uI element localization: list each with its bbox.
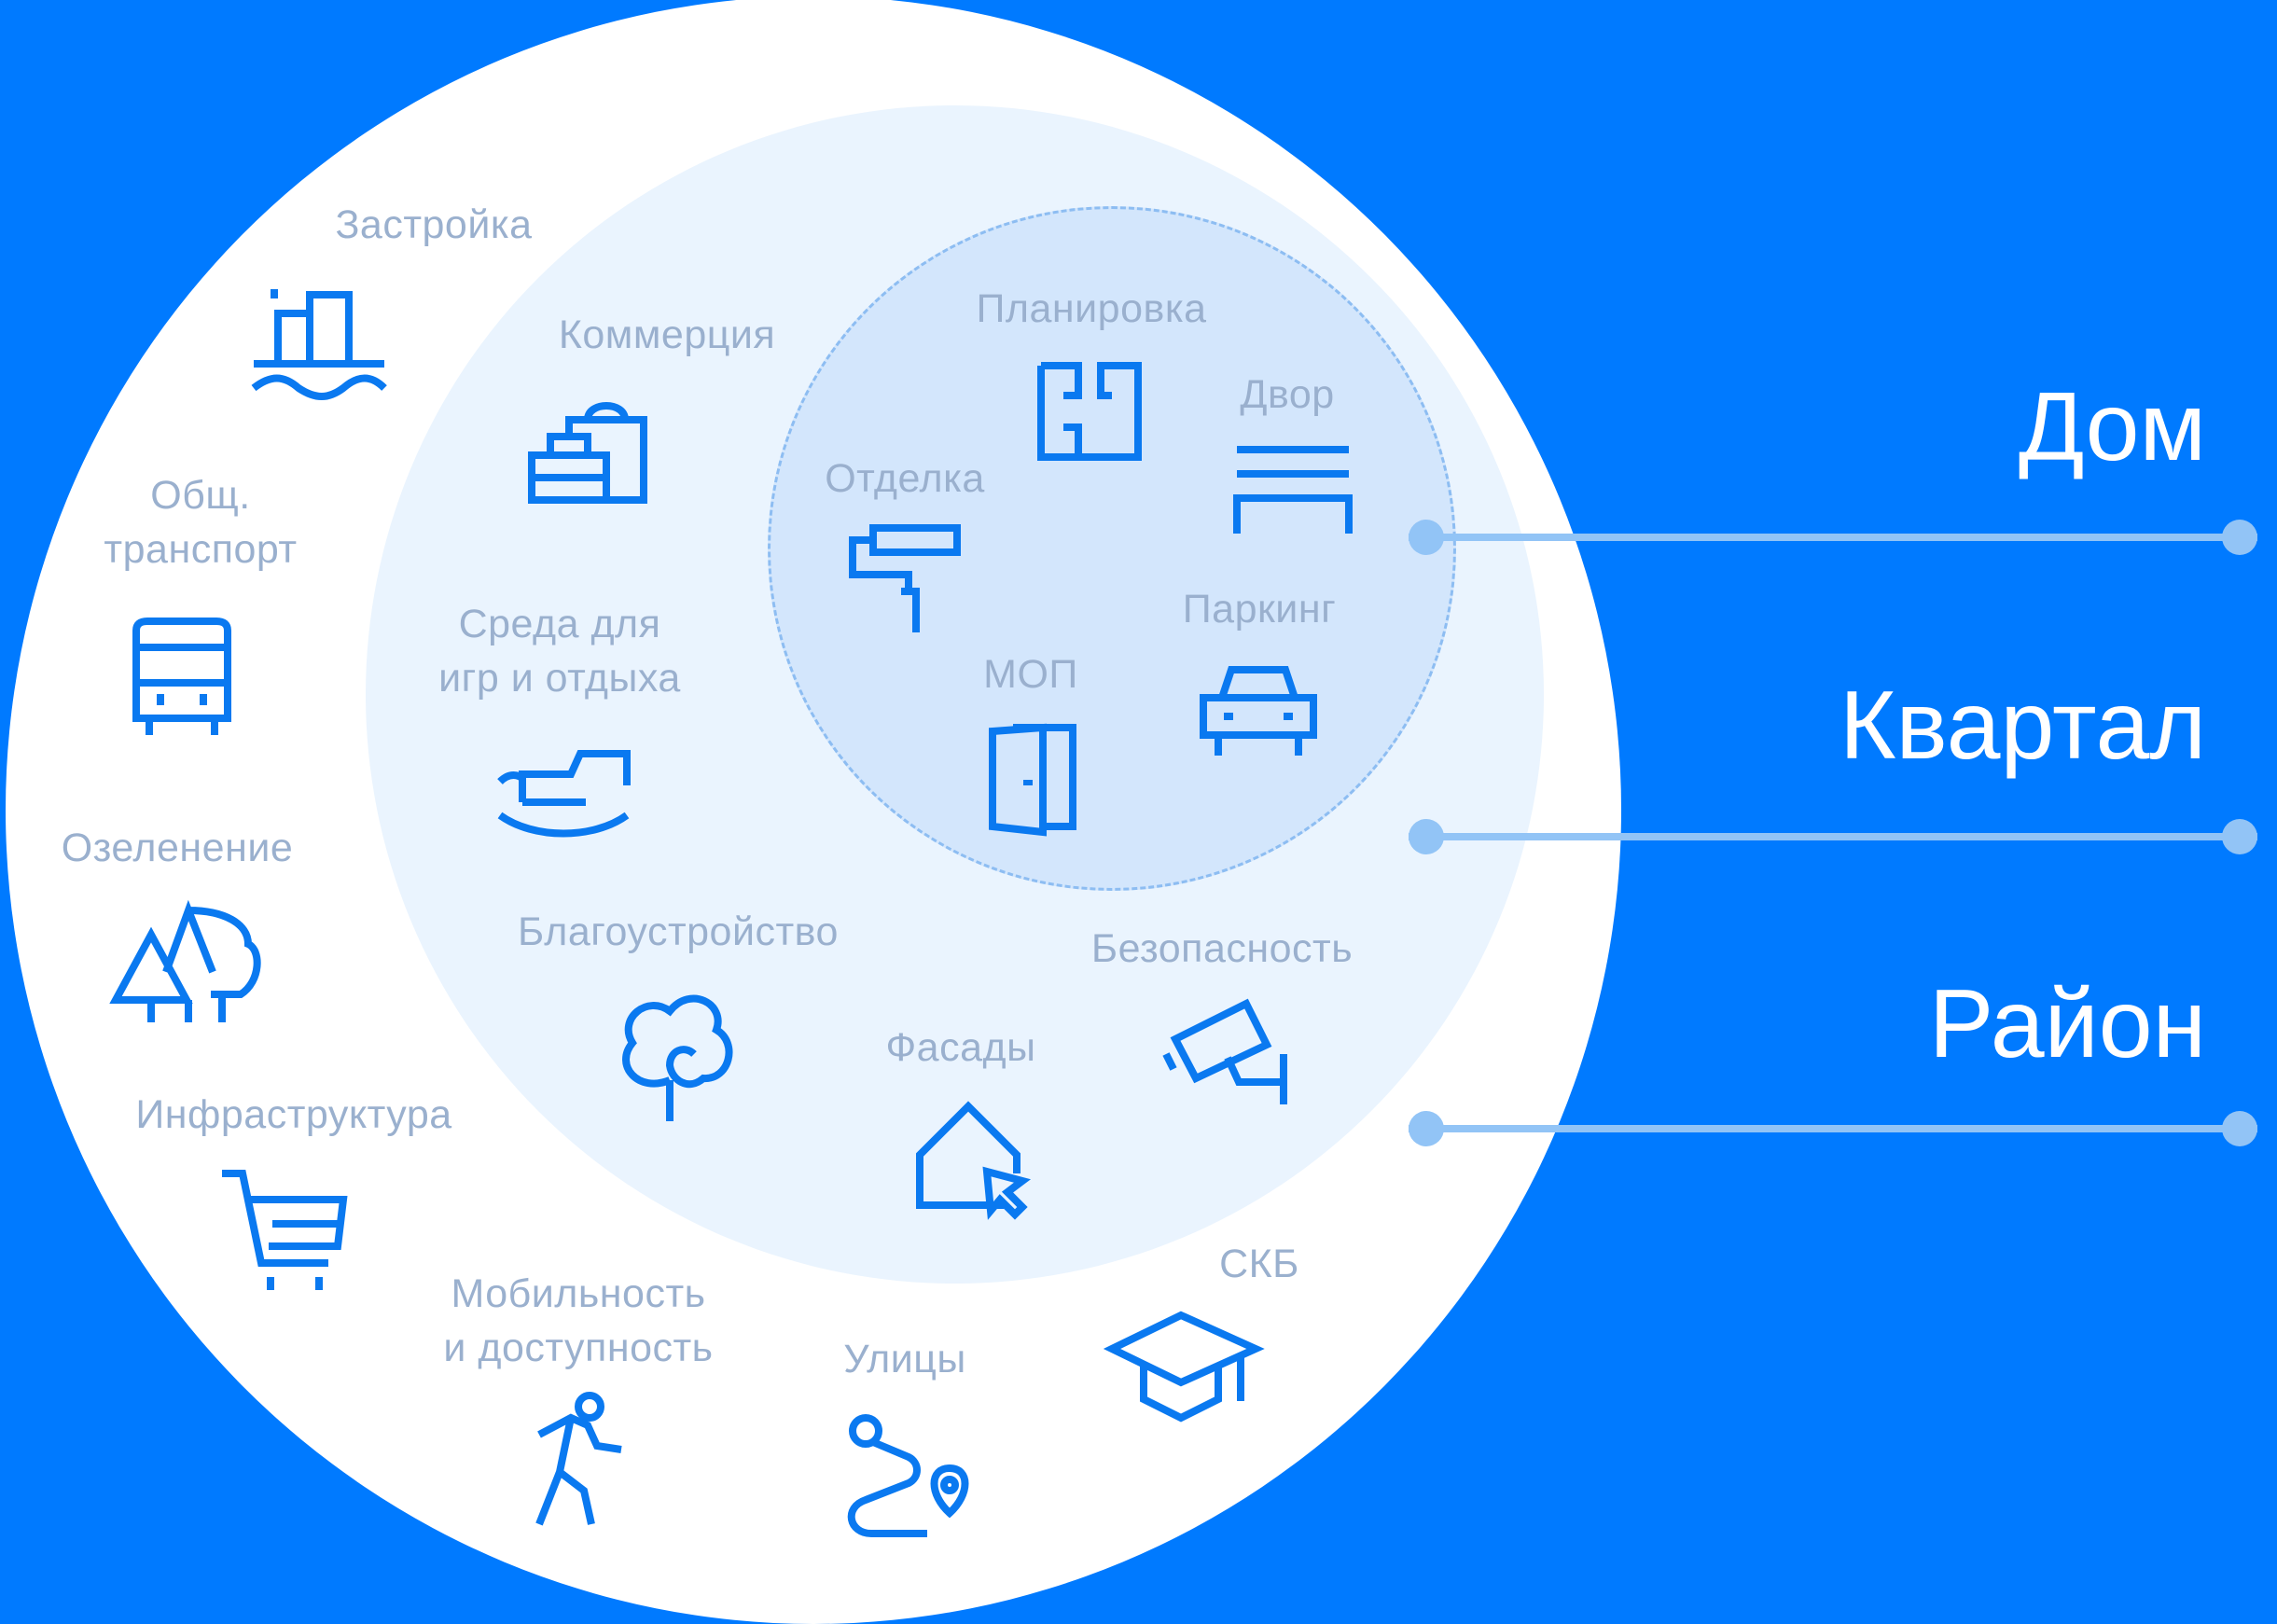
paint-roller-icon [849,524,963,632]
category-label-public-transport: Общ. транспорт [104,473,298,572]
connector-line [1409,534,2257,541]
buildings-icon [250,285,388,400]
connector-dot [2222,1111,2257,1146]
level-label-block: Квартал [1839,672,2206,780]
category-label-greening: Озеленение [61,826,294,870]
connector-block [1409,819,2257,854]
door-icon [987,723,1076,837]
connector-line [1409,1125,2257,1132]
connector-dot [2222,520,2257,555]
rocking-horse-icon [496,737,631,838]
connector-dot [1409,819,1444,854]
bus-icon [132,618,231,739]
category-label-infrastructure: Инфраструктура [135,1092,452,1137]
shopping-bags-icon [528,399,649,504]
category-label-skb: СКБ [1219,1242,1299,1286]
category-label-security: Безопасность [1090,926,1354,971]
shopping-cart-icon [218,1168,353,1291]
category-label-mobility-accessibility: Мобильность и доступность [443,1271,714,1370]
connector-district [1409,1111,2257,1146]
security-camera-icon [1162,996,1291,1104]
connector-dot [1409,1111,1444,1146]
bench-icon [1229,446,1356,534]
category-label-commerce: Коммерция [558,312,776,357]
category-label-common-areas: МОП [983,652,1078,697]
route-icon [845,1410,981,1539]
floor-plan-icon [1037,362,1142,461]
tree-icon [619,991,737,1121]
connector-line [1409,833,2257,840]
forest-icon [109,899,261,1022]
category-label-facades: Фасады [885,1025,1036,1070]
connector-house [1409,520,2257,555]
category-label-planning: Планировка [976,286,1207,331]
car-icon [1200,664,1317,757]
category-label-development: Застройка [335,202,533,247]
category-label-streets: Улицы [843,1337,966,1381]
category-label-landscaping: Благоустройство [518,909,839,954]
connector-dot [2222,819,2257,854]
category-label-parking: Паркинг [1182,587,1337,632]
house-cursor-icon [916,1093,1039,1222]
level-label-district: Район [1928,970,2206,1078]
category-label-yard: Двор [1240,372,1335,417]
category-label-finishing: Отделка [825,456,985,501]
walking-person-icon [535,1390,625,1528]
diagram: Планировка Двор Отделка Паркинг МОП Комм… [0,0,2277,1624]
level-label-house: Дом [2019,373,2206,481]
category-label-play-recreation: Среда для игр и отдыха [438,602,681,701]
connector-dot [1409,520,1444,555]
graduation-cap-icon [1103,1308,1265,1423]
